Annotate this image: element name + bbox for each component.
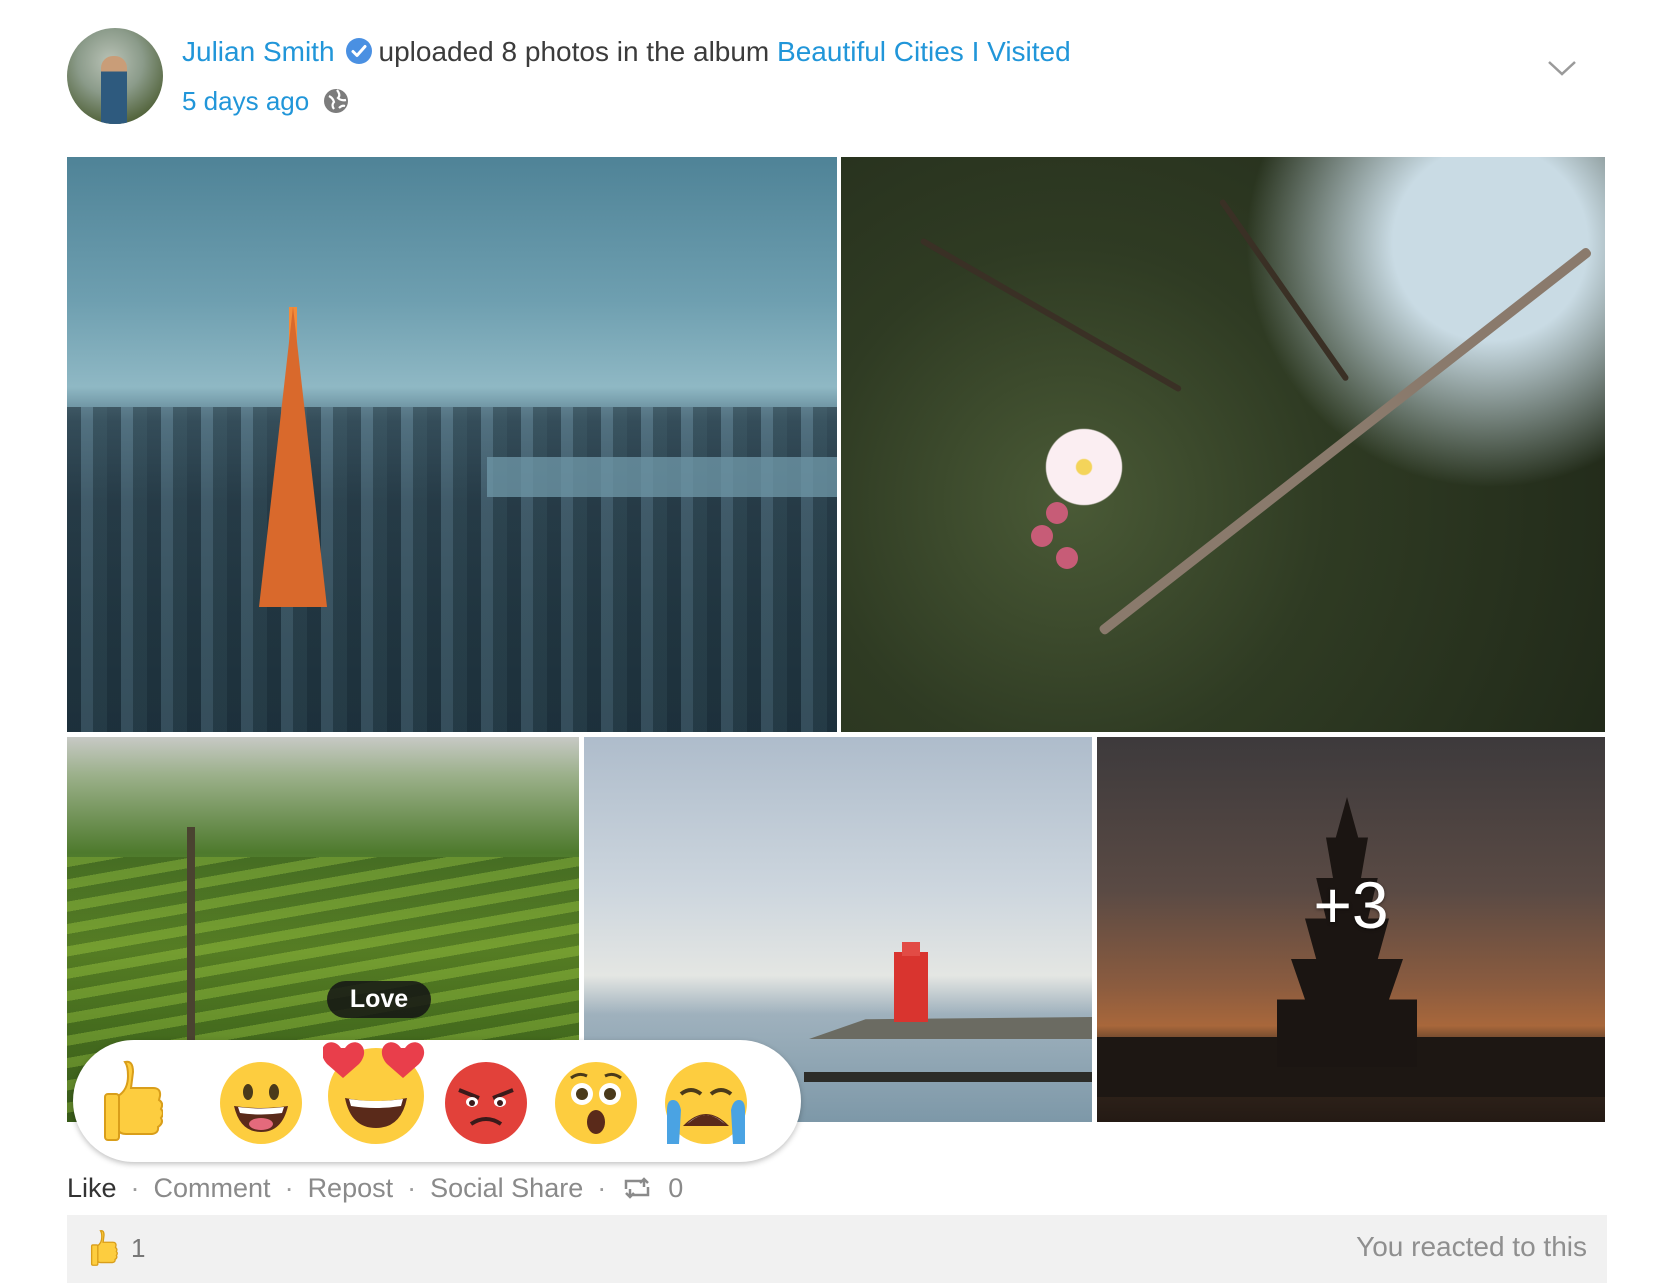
love-reaction-icon[interactable] [323, 1036, 429, 1146]
photo-city-skyline[interactable] [67, 157, 837, 732]
action-text: uploaded 8 photos in the album [378, 36, 770, 67]
repost-button[interactable]: Repost [308, 1173, 394, 1204]
wow-reaction-icon[interactable] [553, 1060, 639, 1146]
separator: · [407, 1172, 417, 1203]
angry-reaction-icon[interactable] [443, 1060, 529, 1146]
post-meta-line: 5 days ago [182, 86, 349, 117]
more-photos-overlay[interactable]: +3 [1097, 737, 1605, 1122]
comment-button[interactable]: Comment [154, 1173, 271, 1204]
globe-icon [323, 88, 349, 114]
social-share-button[interactable]: Social Share [430, 1173, 583, 1204]
like-reaction-icon[interactable] [103, 1058, 163, 1144]
repost-count: 0 [668, 1172, 684, 1203]
photo-pagoda-temple[interactable]: +3 [1097, 737, 1605, 1122]
like-thumb-icon [89, 1229, 119, 1267]
chevron-down-icon[interactable] [1545, 56, 1579, 80]
post-header: Julian Smith uploaded 8 photos in the alb… [67, 28, 1607, 128]
author-link[interactable]: Julian Smith [182, 36, 335, 67]
reaction-tooltip: Love [327, 981, 431, 1018]
separator: · [597, 1172, 607, 1203]
avatar[interactable] [67, 28, 163, 124]
separator: · [130, 1172, 140, 1203]
post-actions: Like · Comment · Repost · Social Share ·… [67, 1170, 683, 1206]
sad-reaction-icon[interactable] [663, 1060, 749, 1146]
timestamp[interactable]: 5 days ago [182, 86, 309, 116]
post-title-line: Julian Smith uploaded 8 photos in the alb… [182, 36, 1071, 68]
reaction-summary: 1 You reacted to this [67, 1215, 1607, 1283]
reacted-text: You reacted to this [1356, 1231, 1587, 1262]
laugh-reaction-icon[interactable] [218, 1060, 304, 1146]
separator: · [284, 1172, 294, 1203]
photo-plum-blossom[interactable] [841, 157, 1605, 732]
album-link[interactable]: Beautiful Cities I Visited [777, 36, 1071, 67]
repost-icon[interactable] [620, 1175, 654, 1201]
like-count[interactable]: 1 [131, 1233, 145, 1264]
like-button[interactable]: Like [67, 1173, 117, 1204]
reaction-picker [73, 1040, 801, 1162]
verified-badge-icon [345, 37, 373, 65]
